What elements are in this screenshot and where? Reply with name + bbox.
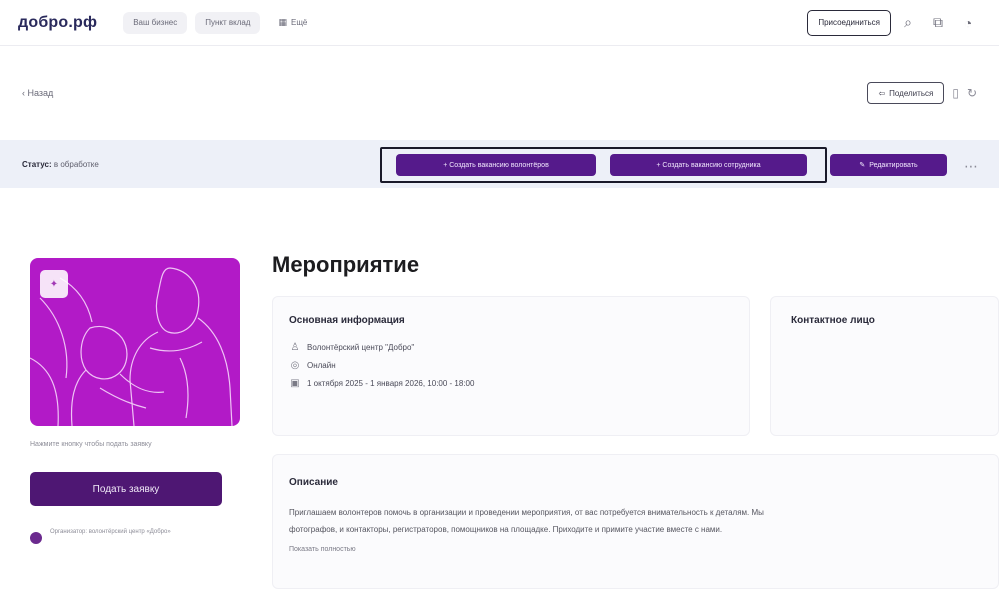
breadcrumb-row: ‹ Назад ⇦ Поделиться ▯ ↻ <box>0 76 999 110</box>
bell-icon[interactable]: ◔ <box>955 10 981 36</box>
share-label: Поделиться <box>889 88 934 98</box>
page-title: Мероприятие <box>272 252 420 277</box>
info-row-date: ▣ 1 октября 2025 - 1 января 2026, 10:00 … <box>289 378 733 389</box>
join-button[interactable]: Присоединиться <box>807 9 891 36</box>
show-more-link[interactable]: Показать полностью <box>289 546 982 553</box>
search-icon[interactable]: ⌕ <box>895 10 921 36</box>
status-value: в обработке <box>53 159 99 169</box>
description-line-1: Приглашаем волонтеров помочь в организац… <box>289 508 764 517</box>
more-icon[interactable]: ⋯ <box>964 158 978 175</box>
organizer-row: Организатор: волонтёрский центр «Добро» <box>30 528 240 544</box>
create-volunteer-vacancy-button[interactable]: + Создать вакансию волонтёров <box>396 154 596 176</box>
nav-chip-3[interactable]: ▦ Ещё <box>268 12 317 34</box>
category-badge-icon: ✦ <box>40 270 68 298</box>
edit-button[interactable]: ✎ Редактировать <box>830 154 947 176</box>
event-cover-image: ✦ <box>30 258 240 426</box>
calendar-icon: ▣ <box>290 378 300 389</box>
arrow-left-icon: ⇦ <box>878 88 886 98</box>
main-info-title: Основная информация <box>289 315 405 326</box>
back-link[interactable]: ‹ Назад <box>22 88 53 98</box>
apply-hint: Нажмите кнопку чтобы подать заявку <box>30 441 152 448</box>
status-label: Статус: <box>22 159 52 169</box>
organizer-text[interactable]: Организатор: волонтёрский центр «Добро» <box>50 528 220 537</box>
top-navigation: добро.рф Ваш бизнес Пункт вклад ▦ Ещё Пр… <box>0 0 999 46</box>
info-row-organizer: ♙ Волонтёрский центр "Добро" <box>289 342 733 353</box>
edit-label: Редактировать <box>869 161 918 169</box>
contact-title: Контактное лицо <box>791 315 875 326</box>
create-vacancy-group: + Создать вакансию волонтёров + Создать … <box>380 147 827 183</box>
share-button[interactable]: ⇦ Поделиться <box>867 82 945 104</box>
info-organizer-text[interactable]: Волонтёрский центр "Добро" <box>307 343 414 352</box>
main-info-panel: Основная информация ♙ Волонтёрский центр… <box>272 296 750 436</box>
nav-chip-1[interactable]: Ваш бизнес <box>123 11 188 34</box>
location-icon: ◎ <box>290 360 300 371</box>
create-employee-vacancy-button[interactable]: + Создать вакансию сотрудника <box>610 154 807 176</box>
organizer-icon: ♙ <box>290 342 300 353</box>
info-location-text: Онлайн <box>307 361 336 370</box>
description-panel: Описание Приглашаем волонтеров помочь в … <box>272 454 999 589</box>
nav-chip-2[interactable]: Пункт вклад <box>195 11 261 34</box>
pencil-icon: ✎ <box>859 162 866 169</box>
grid-icon: ▦ <box>278 17 287 27</box>
share-icon[interactable]: ⧉ <box>925 10 951 36</box>
bookmark-icon[interactable]: ▯ <box>952 86 959 100</box>
info-row-location: ◎ Онлайн <box>289 360 733 371</box>
event-sidebar: ✦ Нажмите кнопку чтобы подать заявку Под… <box>30 258 240 544</box>
site-logo[interactable]: добро.рф <box>18 14 97 32</box>
contact-panel: Контактное лицо <box>770 296 999 436</box>
status-text: Статус: в обработке <box>22 160 99 169</box>
refresh-icon[interactable]: ↻ <box>967 86 977 100</box>
info-date-text: 1 октября 2025 - 1 января 2026, 10:00 - … <box>307 379 475 388</box>
description-line-2: фотографов, и контакторы, регистраторов,… <box>289 525 723 534</box>
organizer-avatar <box>30 532 42 544</box>
description-title: Описание <box>289 477 338 488</box>
nav-chip-3-label: Ещё <box>291 18 308 27</box>
apply-button[interactable]: Подать заявку <box>30 472 222 506</box>
